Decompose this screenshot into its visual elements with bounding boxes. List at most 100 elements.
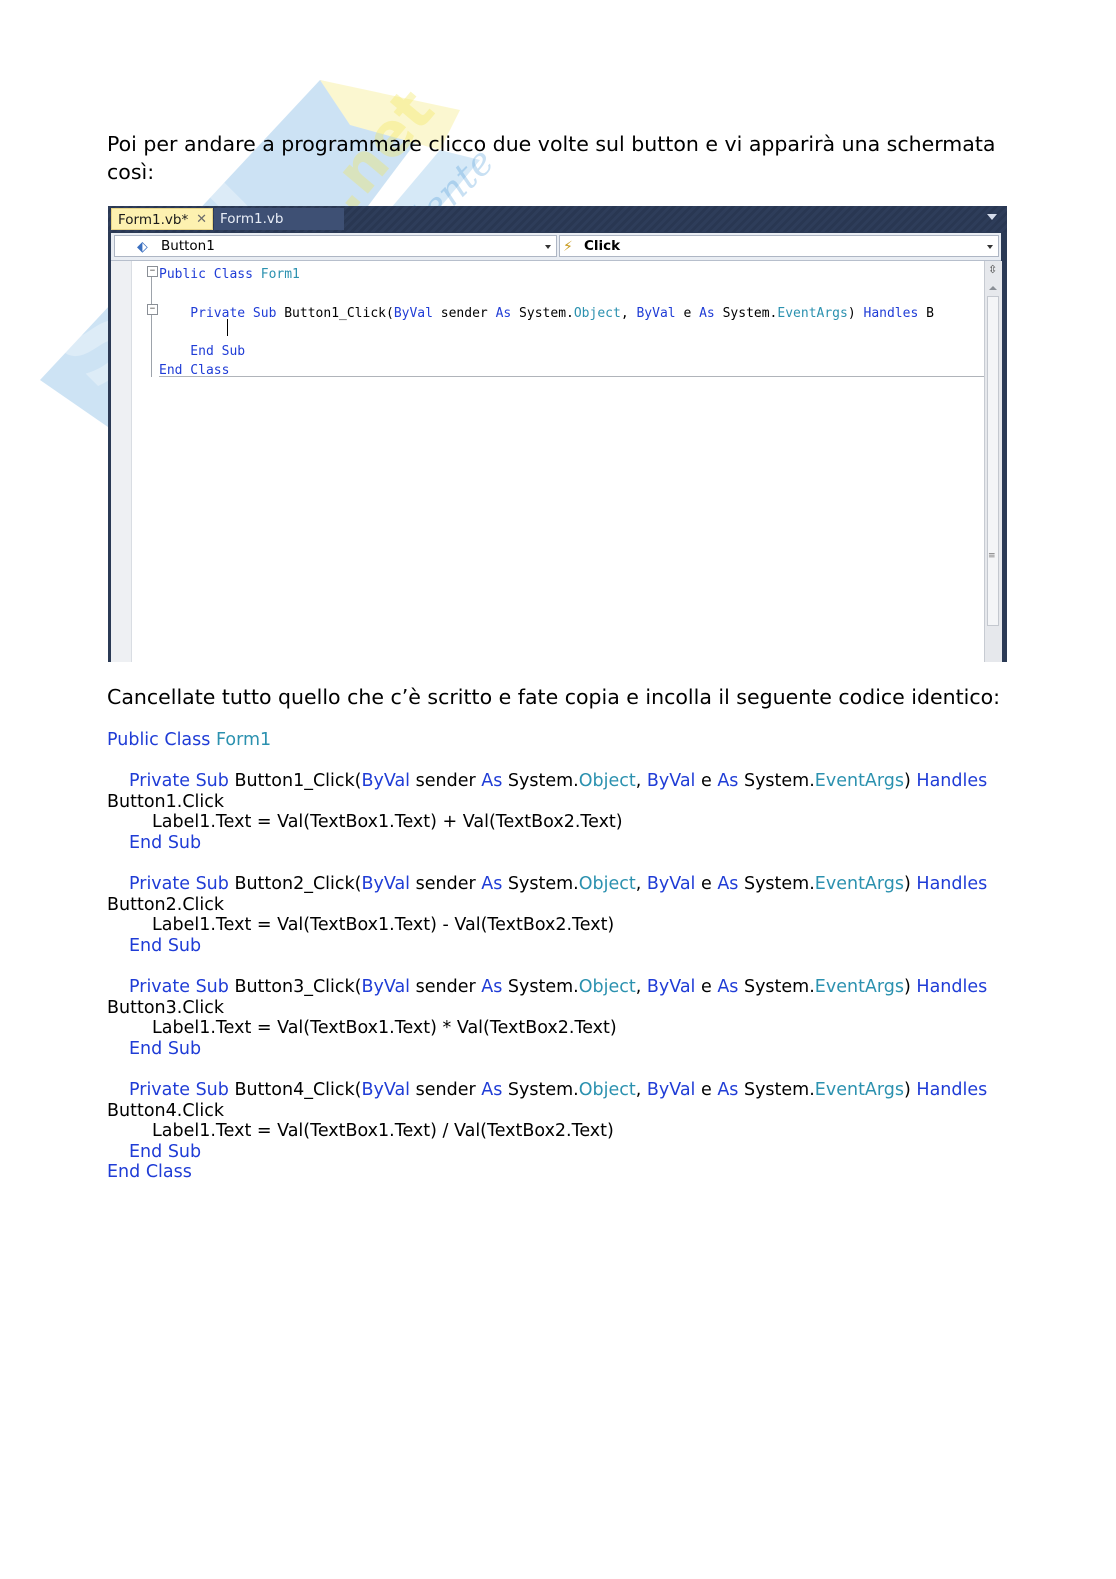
listing-line: Button1.Click bbox=[107, 792, 1057, 813]
code-token: End Sub bbox=[129, 935, 202, 956]
listing-line: End Class bbox=[107, 1162, 1057, 1183]
code-token: e bbox=[695, 977, 718, 998]
code-token: e bbox=[695, 1080, 718, 1101]
code-line: Public Class Form1 bbox=[159, 266, 300, 284]
code-token: As bbox=[699, 306, 715, 321]
code-token: System. bbox=[714, 306, 778, 321]
end-of-file-line bbox=[159, 376, 985, 377]
listing-line: Private Sub Button1_Click(ByVal sender A… bbox=[107, 771, 1057, 792]
code-token: sender bbox=[410, 977, 482, 998]
code-token: Handles bbox=[916, 874, 988, 895]
code-token: sender bbox=[432, 306, 496, 321]
code-navigation-bar: ⬖ Button1 ⚡ Click bbox=[111, 233, 1001, 261]
code-token: ) bbox=[904, 1080, 917, 1101]
code-token: sender bbox=[410, 1080, 482, 1101]
code-token: As bbox=[717, 771, 739, 792]
code-token: Label1.Text = Val(TextBox1.Text) / Val(T… bbox=[152, 1121, 614, 1142]
code-token: ByVal bbox=[393, 306, 433, 321]
code-token: ) bbox=[904, 874, 917, 895]
code-token: Handles bbox=[916, 771, 988, 792]
code-token: Button1_Click( bbox=[284, 306, 394, 321]
code-token: System. bbox=[502, 874, 579, 895]
code-token: EventArgs bbox=[814, 771, 905, 792]
code-token: sender bbox=[410, 874, 482, 895]
code-token: , bbox=[635, 874, 647, 895]
code-token: Handles bbox=[863, 306, 919, 321]
code-token: System. bbox=[502, 1080, 579, 1101]
listing-line: End Sub bbox=[107, 1039, 1057, 1060]
code-token: ByVal bbox=[361, 874, 411, 895]
object-dropdown-value: Button1 bbox=[161, 238, 215, 254]
listing-line: Public Class Form1 bbox=[107, 730, 1057, 751]
document-tab-bar: Form1.vb* ✕ Form1.vb [Design]* bbox=[108, 206, 1007, 249]
collapse-icon[interactable]: − bbox=[147, 266, 158, 277]
code-token: Button1.Click bbox=[107, 791, 225, 812]
code-token: Button4_Click( bbox=[234, 1080, 362, 1101]
tab-dropdown-icon[interactable] bbox=[987, 214, 997, 220]
code-token: Handles bbox=[916, 977, 988, 998]
code-token: End Sub bbox=[129, 1038, 202, 1059]
code-token: As bbox=[717, 977, 739, 998]
code-token: , bbox=[620, 306, 637, 321]
listing-line: End Sub bbox=[107, 833, 1057, 854]
listing-line: Label1.Text = Val(TextBox1.Text) - Val(T… bbox=[107, 915, 1057, 936]
code-token: Object bbox=[578, 874, 636, 895]
code-token: As bbox=[481, 874, 503, 895]
chevron-down-icon bbox=[545, 245, 551, 249]
code-token: Form1 bbox=[215, 730, 272, 750]
code-token: Handles bbox=[916, 1080, 988, 1101]
code-token: Label1.Text = Val(TextBox1.Text) - Val(T… bbox=[152, 915, 615, 936]
code-token: Private Sub bbox=[129, 771, 235, 792]
code-token: ByVal bbox=[361, 1080, 411, 1101]
scrollbar-thumb[interactable] bbox=[987, 296, 999, 626]
code-token: Label1.Text = Val(TextBox1.Text) + Val(T… bbox=[152, 812, 623, 833]
listing-line: Button3.Click bbox=[107, 998, 1057, 1019]
collapse-icon[interactable]: − bbox=[147, 304, 158, 315]
code-token: ByVal bbox=[636, 306, 676, 321]
listing-line: Button2.Click bbox=[107, 895, 1057, 916]
code-line: End Sub bbox=[159, 343, 245, 361]
code-token: System. bbox=[738, 977, 815, 998]
splitter-icon[interactable]: ⇳ bbox=[988, 264, 997, 275]
vertical-scrollbar[interactable]: ⇳ ≡ bbox=[984, 261, 1002, 662]
code-token: System. bbox=[738, 771, 815, 792]
code-token: Private Sub bbox=[129, 874, 235, 895]
code-token: End Class bbox=[107, 1162, 192, 1183]
code-token: Button4.Click bbox=[107, 1100, 225, 1121]
code-token: As bbox=[717, 1080, 739, 1101]
code-token: System. bbox=[511, 306, 574, 321]
scroll-up-icon[interactable] bbox=[989, 286, 997, 290]
code-line: Private Sub Button1_Click(ByVal sender A… bbox=[159, 305, 934, 323]
code-token: e bbox=[695, 771, 718, 792]
code-token: Object bbox=[578, 771, 636, 792]
close-icon[interactable]: ✕ bbox=[196, 209, 207, 231]
code-token: EventArgs bbox=[814, 1080, 905, 1101]
code-token: , bbox=[635, 1080, 647, 1101]
code-listing: Public Class Form1 Private Sub Button1_Cl… bbox=[107, 730, 1057, 1183]
code-line: End Class bbox=[159, 362, 229, 380]
text-caret bbox=[227, 319, 228, 336]
code-token: System. bbox=[738, 1080, 815, 1101]
code-token: EventArgs bbox=[814, 874, 905, 895]
event-dropdown[interactable]: ⚡ Click bbox=[559, 235, 999, 257]
grip-icon: ≡ bbox=[988, 551, 996, 561]
code-token: B bbox=[918, 306, 934, 321]
code-token: ByVal bbox=[646, 771, 696, 792]
code-token: ByVal bbox=[361, 771, 411, 792]
code-token: EventArgs bbox=[814, 977, 905, 998]
code-token: Public Class bbox=[159, 267, 261, 282]
code-token: ) bbox=[847, 306, 864, 321]
listing-line: End Sub bbox=[107, 936, 1057, 957]
code-token: Button2.Click bbox=[107, 894, 225, 915]
tab-form1-vb[interactable]: Form1.vb* ✕ bbox=[111, 208, 213, 230]
code-token: ) bbox=[904, 771, 917, 792]
code-token: ByVal bbox=[361, 977, 411, 998]
object-dropdown[interactable]: ⬖ Button1 bbox=[114, 235, 557, 257]
ide-screenshot: Form1.vb* ✕ Form1.vb [Design]* ⬖ Button1… bbox=[108, 206, 1007, 662]
tab-form1-design[interactable]: Form1.vb [Design]* bbox=[214, 208, 344, 249]
code-token: Private Sub bbox=[159, 306, 285, 321]
code-editor[interactable]: − − Public Class Form1 Private Sub Butto… bbox=[111, 261, 1002, 662]
code-token: Button2_Click( bbox=[234, 874, 362, 895]
listing-line: Private Sub Button4_Click(ByVal sender A… bbox=[107, 1080, 1057, 1101]
